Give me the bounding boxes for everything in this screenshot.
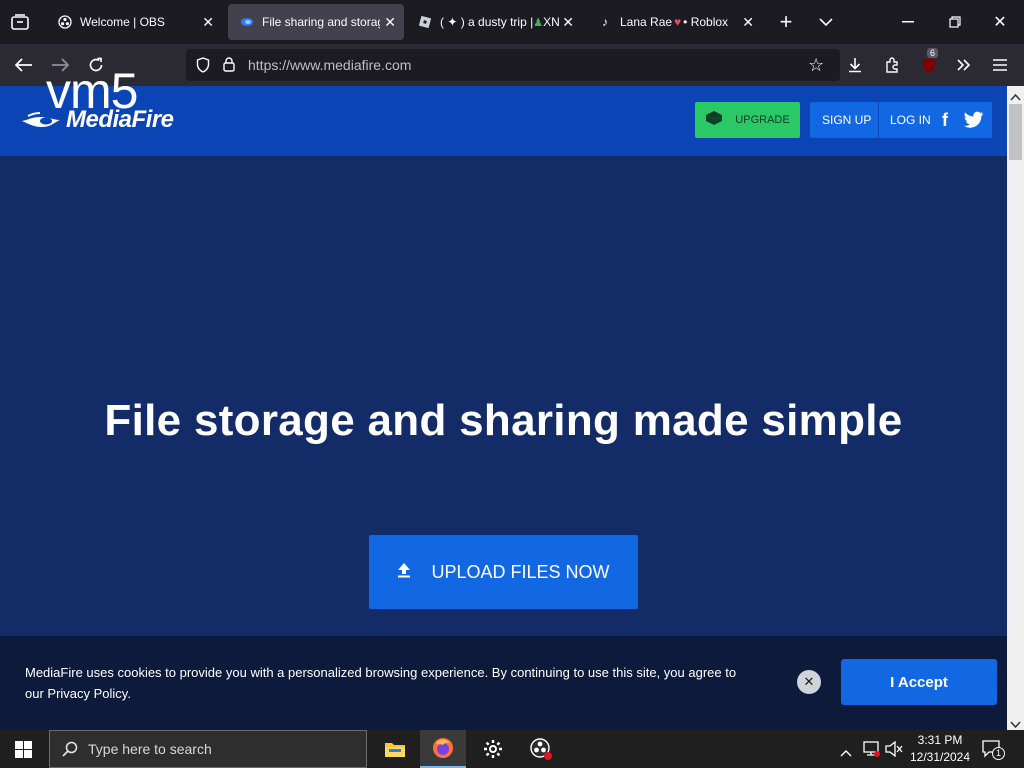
sign-up-link[interactable]: SIGN UP bbox=[822, 113, 871, 127]
close-tab-icon[interactable]: ✕ bbox=[742, 14, 754, 31]
close-tab-icon[interactable]: ✕ bbox=[384, 14, 396, 31]
upgrade-cube-icon bbox=[705, 110, 723, 131]
site-header: MediaFire UPGRADE SIGN UP LOG IN f bbox=[0, 86, 1007, 156]
chevron-up-icon[interactable] bbox=[840, 744, 852, 762]
tab-mediafire[interactable]: File sharing and storag ✕ bbox=[228, 4, 404, 40]
ublock-extension-icon[interactable]: 6 bbox=[917, 48, 941, 77]
tab-title: File sharing and storag bbox=[262, 15, 380, 29]
tab-title: Welcome | OBS bbox=[80, 15, 165, 29]
scrollbar-thumb[interactable] bbox=[1009, 104, 1022, 160]
close-window-icon[interactable]: ✕ bbox=[988, 10, 1012, 34]
file-explorer-icon[interactable] bbox=[372, 730, 418, 768]
tiktok-icon: ♪ bbox=[602, 15, 608, 29]
restore-icon[interactable] bbox=[943, 10, 967, 34]
downloads-icon[interactable] bbox=[843, 53, 867, 77]
roblox-icon bbox=[418, 15, 432, 29]
url-text: https://www.mediafire.com bbox=[248, 57, 412, 73]
twitter-icon[interactable] bbox=[964, 111, 984, 133]
windows-start-icon[interactable] bbox=[0, 730, 46, 768]
search-placeholder: Type here to search bbox=[88, 741, 212, 757]
windows-taskbar: Type here to search 3:31 PM 12/31/2024 1 bbox=[0, 730, 1024, 768]
mediafire-icon bbox=[240, 15, 254, 29]
obs-studio-icon[interactable] bbox=[518, 730, 564, 768]
heart-icon: ♥ bbox=[674, 15, 682, 29]
tab-obs[interactable]: Welcome | OBS ✕ bbox=[46, 4, 222, 40]
facebook-icon[interactable]: f bbox=[942, 110, 948, 131]
divider bbox=[878, 102, 879, 138]
minimize-icon[interactable] bbox=[896, 10, 920, 34]
close-tab-icon[interactable]: ✕ bbox=[202, 14, 214, 31]
navigation-toolbar: https://www.mediafire.com ☆ 6 bbox=[0, 44, 1024, 86]
overflow-chevrons-icon[interactable] bbox=[952, 53, 976, 77]
system-clock[interactable]: 3:31 PM 12/31/2024 bbox=[906, 732, 974, 766]
cookie-banner: MediaFire uses cookies to provide you wi… bbox=[0, 636, 1007, 730]
close-tab-icon[interactable]: ✕ bbox=[562, 14, 574, 31]
log-in-link[interactable]: LOG IN bbox=[890, 113, 931, 127]
tab-manager-icon[interactable] bbox=[8, 10, 32, 34]
tab-title-suffix: XN bbox=[543, 15, 560, 29]
notification-count: 1 bbox=[992, 747, 1005, 760]
close-icon[interactable]: ✕ bbox=[797, 670, 821, 694]
browser-tab-strip: Welcome | OBS ✕ File sharing and storag … bbox=[0, 0, 1024, 44]
notification-center-icon[interactable]: 1 bbox=[982, 740, 1005, 763]
taskbar-search-box[interactable]: Type here to search bbox=[49, 730, 367, 768]
auth-button-group: SIGN UP LOG IN f bbox=[810, 102, 992, 138]
upgrade-label: UPGRADE bbox=[735, 114, 790, 126]
vm-overlay-label: vm5 bbox=[46, 63, 138, 119]
address-bar[interactable]: https://www.mediafire.com ☆ bbox=[186, 49, 840, 81]
volume-muted-icon[interactable] bbox=[885, 740, 903, 762]
upload-arrow-icon bbox=[397, 562, 411, 583]
bottle-icon: ♟ bbox=[533, 16, 544, 29]
tab-title: Lana Rae bbox=[620, 15, 673, 29]
clock-time: 3:31 PM bbox=[917, 733, 963, 747]
upload-label: UPLOAD FILES NOW bbox=[431, 561, 610, 582]
tab-title: ( ✦ ) a dusty trip | bbox=[440, 15, 534, 29]
obs-icon bbox=[58, 15, 72, 29]
tab-roblox-dusty-trip[interactable]: ( ✦ ) a dusty trip | ♟ XN ✕ bbox=[406, 4, 582, 40]
tab-tiktok-lana-rae[interactable]: ♪ Lana Rae ♥ • Roblox ✕ bbox=[586, 4, 762, 40]
list-tabs-icon[interactable] bbox=[814, 10, 838, 34]
extensions-icon[interactable] bbox=[880, 53, 904, 77]
upload-files-button[interactable]: UPLOAD FILES NOW bbox=[369, 535, 638, 609]
accept-cookies-button[interactable]: I Accept bbox=[841, 659, 997, 705]
cookie-message: MediaFire uses cookies to provide you wi… bbox=[25, 665, 737, 701]
tab-title-suffix: • Roblox bbox=[683, 15, 729, 29]
settings-gear-icon[interactable] bbox=[470, 730, 516, 768]
bookmark-star-icon[interactable]: ☆ bbox=[808, 55, 824, 76]
shield-icon[interactable] bbox=[196, 57, 210, 78]
new-tab-icon[interactable]: + bbox=[774, 9, 798, 34]
upgrade-button[interactable]: UPGRADE bbox=[695, 102, 800, 138]
web-page: MediaFire UPGRADE SIGN UP LOG IN f File … bbox=[0, 86, 1007, 730]
search-icon bbox=[62, 741, 78, 760]
extension-badge: 6 bbox=[927, 48, 939, 58]
back-arrow-icon[interactable] bbox=[12, 53, 36, 77]
hero-title: File storage and sharing made simple bbox=[104, 396, 903, 445]
vertical-scrollbar[interactable] bbox=[1007, 86, 1024, 730]
lock-icon[interactable] bbox=[223, 57, 235, 77]
network-icon[interactable] bbox=[862, 741, 880, 762]
firefox-icon[interactable] bbox=[420, 730, 466, 768]
hamburger-menu-icon[interactable] bbox=[988, 53, 1012, 77]
clock-date: 12/31/2024 bbox=[909, 750, 971, 764]
